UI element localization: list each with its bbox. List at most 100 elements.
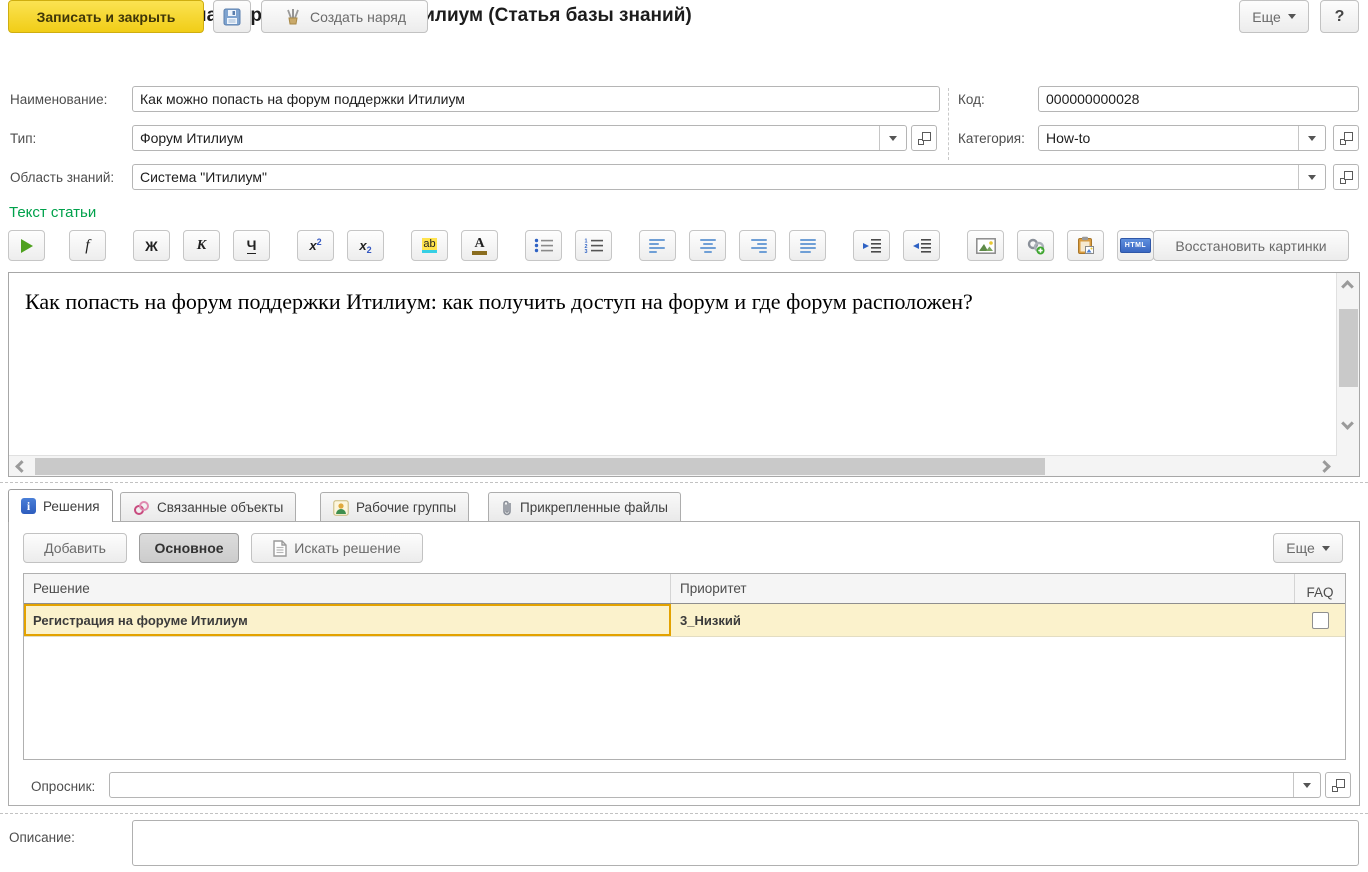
search-solution-label: Искать решение bbox=[294, 540, 401, 556]
more-button-solutions[interactable]: Еще bbox=[1273, 533, 1343, 563]
add-solution-button[interactable]: Добавить bbox=[23, 533, 127, 563]
faq-checkbox[interactable] bbox=[1312, 612, 1329, 629]
html-source-button[interactable]: HTML bbox=[1117, 230, 1154, 261]
category-dropdown-button[interactable] bbox=[1298, 126, 1325, 150]
article-text-editor[interactable]: Как попасть на форум поддержки Итилиум: … bbox=[8, 272, 1360, 477]
align-center-icon bbox=[699, 239, 717, 253]
chevron-down-icon bbox=[1322, 546, 1330, 551]
align-justify-button[interactable] bbox=[789, 230, 826, 261]
column-header-faq[interactable]: FAQ bbox=[1295, 574, 1345, 603]
bulleted-list-icon bbox=[534, 238, 554, 253]
knowledge-area-dropdown-button[interactable] bbox=[1298, 165, 1325, 189]
knowledge-area-combo[interactable]: Система "Итилиум" bbox=[132, 164, 1326, 190]
questionnaire-open-button[interactable] bbox=[1325, 772, 1351, 798]
type-open-button[interactable] bbox=[911, 125, 937, 151]
align-center-button[interactable] bbox=[689, 230, 726, 261]
vertical-scroll-thumb[interactable] bbox=[1339, 309, 1358, 387]
insert-link-icon bbox=[1026, 237, 1046, 255]
save-button[interactable] bbox=[213, 0, 251, 33]
open-picker-icon bbox=[1340, 171, 1353, 184]
type-dropdown-button[interactable] bbox=[879, 126, 906, 150]
restore-images-button[interactable]: Восстановить картинки bbox=[1153, 230, 1349, 261]
type-value: Форум Итилиум bbox=[133, 126, 879, 150]
preview-play-button[interactable] bbox=[8, 230, 45, 261]
scroll-left-icon[interactable] bbox=[15, 460, 28, 473]
questionnaire-combo[interactable] bbox=[109, 772, 1321, 798]
html-icon: HTML bbox=[1120, 238, 1151, 253]
add-solution-label: Добавить bbox=[44, 540, 106, 556]
tab-linked-objects[interactable]: Связанные объекты bbox=[120, 492, 296, 522]
numbered-list-button[interactable]: 123 bbox=[575, 230, 612, 261]
main-toggle-button[interactable]: Основное bbox=[139, 533, 239, 563]
font-color-icon: A bbox=[472, 237, 486, 255]
document-icon bbox=[273, 540, 287, 557]
insert-link-button[interactable] bbox=[1017, 230, 1054, 261]
tab-attached-files[interactable]: Прикрепленные файлы bbox=[488, 492, 681, 522]
indent-decrease-icon bbox=[912, 239, 932, 253]
paste-image-button[interactable] bbox=[1067, 230, 1104, 261]
category-open-button[interactable] bbox=[1333, 125, 1359, 151]
restore-images-label: Восстановить картинки bbox=[1175, 238, 1326, 254]
solution-cell[interactable]: Регистрация на форуме Итилиум bbox=[24, 604, 671, 636]
solutions-table-header: Решение Приоритет FAQ bbox=[24, 574, 1345, 604]
column-header-solution[interactable]: Решение bbox=[24, 574, 671, 603]
editor-vertical-scrollbar[interactable] bbox=[1336, 273, 1359, 476]
superscript-button[interactable]: x2 bbox=[297, 230, 334, 261]
column-header-priority[interactable]: Приоритет bbox=[671, 574, 1295, 603]
font-color-button[interactable]: A bbox=[461, 230, 498, 261]
tab-linked-objects-label: Связанные объекты bbox=[157, 500, 283, 515]
scroll-right-icon[interactable] bbox=[1318, 460, 1331, 473]
main-toggle-label: Основное bbox=[154, 540, 223, 556]
scroll-up-icon[interactable] bbox=[1341, 280, 1354, 293]
description-textarea[interactable] bbox=[132, 820, 1359, 866]
indent-increase-icon bbox=[862, 239, 882, 253]
floppy-icon bbox=[222, 7, 242, 27]
tab-solutions[interactable]: i Решения bbox=[8, 489, 113, 522]
more-button-top[interactable]: Еще bbox=[1239, 0, 1309, 33]
article-text-content[interactable]: Как попасть на форум поддержки Итилиум: … bbox=[25, 289, 1319, 315]
solutions-tab-panel: Добавить Основное Искать решение Еще Реш… bbox=[8, 521, 1360, 806]
type-combo[interactable]: Форум Итилиум bbox=[132, 125, 907, 151]
code-input[interactable] bbox=[1038, 86, 1359, 112]
play-icon bbox=[21, 239, 33, 253]
panel-description-splitter[interactable] bbox=[0, 813, 1368, 814]
name-field-label: Наименование: bbox=[10, 92, 107, 107]
editor-horizontal-scrollbar[interactable] bbox=[9, 455, 1337, 476]
create-order-button[interactable]: Создать наряд bbox=[261, 0, 428, 33]
highlight-color-icon: ab bbox=[422, 238, 436, 253]
underline-button[interactable]: Ч bbox=[233, 230, 270, 261]
subscript-icon: x bbox=[359, 238, 366, 253]
search-solution-button[interactable]: Искать решение bbox=[251, 533, 423, 563]
editor-tabs-splitter[interactable] bbox=[0, 482, 1368, 483]
horizontal-scroll-thumb[interactable] bbox=[35, 458, 1045, 475]
fields-column-splitter[interactable] bbox=[948, 88, 949, 160]
align-left-button[interactable] bbox=[639, 230, 676, 261]
function-button[interactable]: f bbox=[69, 230, 106, 261]
save-and-close-button[interactable]: Записать и закрыть bbox=[8, 0, 204, 33]
questionnaire-value bbox=[110, 773, 1293, 797]
category-value: How-to bbox=[1039, 126, 1298, 150]
knowledge-area-open-button[interactable] bbox=[1333, 164, 1359, 190]
table-row[interactable]: Регистрация на форуме Итилиум 3_Низкий bbox=[24, 604, 1345, 637]
align-right-button[interactable] bbox=[739, 230, 776, 261]
indent-decrease-button[interactable] bbox=[903, 230, 940, 261]
numbered-list-icon: 123 bbox=[584, 238, 604, 253]
subscript-sub: 2 bbox=[367, 245, 372, 255]
highlight-color-button[interactable]: ab bbox=[411, 230, 448, 261]
bulleted-list-button[interactable] bbox=[525, 230, 562, 261]
indent-increase-button[interactable] bbox=[853, 230, 890, 261]
priority-cell[interactable]: 3_Низкий bbox=[671, 604, 1295, 636]
italic-button[interactable]: К bbox=[183, 230, 220, 261]
category-field-label: Категория: bbox=[958, 131, 1025, 146]
bold-button[interactable]: Ж bbox=[133, 230, 170, 261]
tab-working-groups[interactable]: Рабочие группы bbox=[320, 492, 469, 522]
questionnaire-dropdown-button[interactable] bbox=[1293, 773, 1320, 797]
scroll-down-icon[interactable] bbox=[1341, 417, 1354, 430]
category-combo[interactable]: How-to bbox=[1038, 125, 1326, 151]
help-button[interactable]: ? bbox=[1320, 0, 1359, 33]
faq-cell[interactable] bbox=[1295, 604, 1345, 636]
name-input[interactable] bbox=[132, 86, 940, 112]
insert-image-button[interactable] bbox=[967, 230, 1004, 261]
open-picker-icon bbox=[918, 132, 931, 145]
subscript-button[interactable]: x2 bbox=[347, 230, 384, 261]
